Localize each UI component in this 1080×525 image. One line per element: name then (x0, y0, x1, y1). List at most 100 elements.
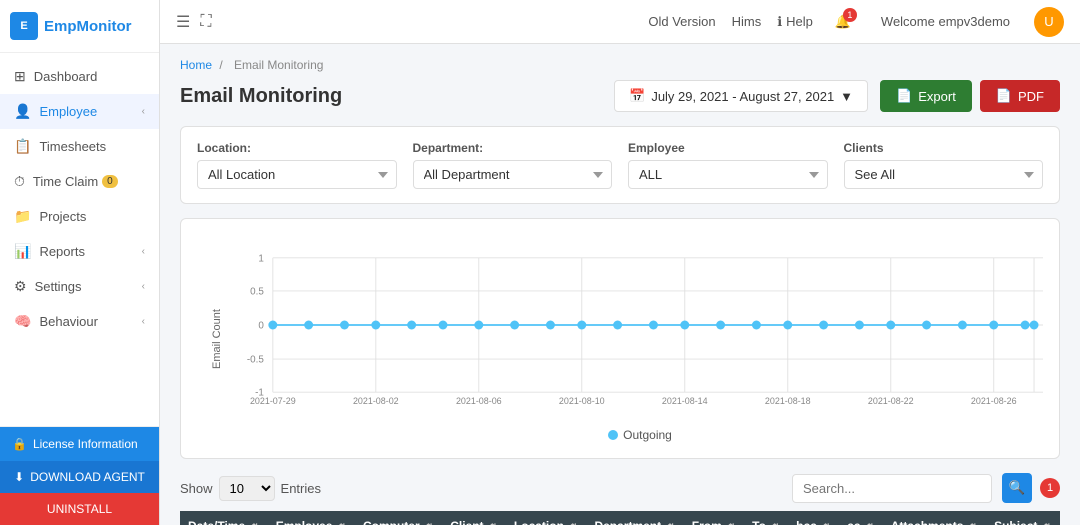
main-content: ☰ ⛶ Old Version Hims ℹ Help 🔔 1 Welcome … (160, 0, 1080, 525)
sidebar-nav: ⊞ Dashboard 👤 Employee ‹ 📋 Timesheets ⏱ … (0, 53, 159, 426)
employee-select[interactable]: ALL (628, 160, 828, 189)
col-cc: cc ⇅ (839, 511, 883, 525)
col-location: Location ⇅ (506, 511, 587, 525)
download-agent-button[interactable]: ⬇ DOWNLOAD AGENT (0, 461, 159, 493)
sidebar-item-projects[interactable]: 📁 Projects (0, 199, 159, 234)
sidebar-item-employee-label: Employee (39, 104, 97, 119)
logo-icon: E (10, 12, 38, 40)
download-label: DOWNLOAD AGENT (30, 470, 145, 484)
filter-location: Location: All Location (197, 141, 397, 189)
breadcrumb: Home / Email Monitoring (180, 58, 1060, 72)
behaviour-icon: 🧠 (14, 313, 31, 330)
help-label: Help (786, 14, 813, 29)
notification-bell[interactable]: 🔔 1 (829, 8, 857, 36)
uninstall-label: UNINSTALL (47, 502, 112, 516)
svg-text:2021-08-10: 2021-08-10 (559, 396, 605, 406)
help-link[interactable]: ℹ Help (777, 14, 813, 30)
svg-text:2021-08-26: 2021-08-26 (971, 396, 1017, 406)
legend-label-outgoing: Outgoing (623, 428, 672, 442)
svg-text:0.5: 0.5 (250, 287, 264, 298)
logo-text: EmpMonitor (44, 18, 132, 35)
svg-text:2021-08-06: 2021-08-06 (456, 396, 502, 406)
filter-department: Department: All Department (413, 141, 613, 189)
page-title: Email Monitoring (180, 85, 614, 108)
pdf-icon: 📄 (996, 88, 1012, 104)
sidebar-item-behaviour[interactable]: 🧠 Behaviour ‹ (0, 304, 159, 339)
download-icon: ⬇ (14, 470, 24, 484)
hims-link[interactable]: Hims (732, 14, 762, 29)
sidebar-item-settings-label: Settings (35, 279, 82, 294)
col-datetime: Date/Time ⇅ (180, 511, 268, 525)
projects-icon: 📁 (14, 208, 31, 225)
col-client: Client ⇅ (442, 511, 506, 525)
topbar-links: Old Version Hims ℹ Help 🔔 1 Welcome empv… (648, 7, 1064, 37)
export-button[interactable]: 📄 Export (880, 80, 972, 112)
sidebar-item-employee[interactable]: 👤 Employee ‹ (0, 94, 159, 129)
pdf-label: PDF (1018, 89, 1044, 104)
col-computer: Computer ⇅ (355, 511, 442, 525)
license-label: License Information (33, 437, 138, 451)
settings-arrow: ‹ (142, 281, 145, 292)
filter-clients: Clients See All (844, 141, 1044, 189)
search-input[interactable] (792, 474, 992, 503)
svg-text:-0.5: -0.5 (247, 355, 264, 366)
expand-icon[interactable]: ⛶ (200, 13, 211, 31)
sidebar-logo: E EmpMonitor (0, 0, 159, 53)
table-controls: Show 10 25 50 100 Entries 🔍 1 (180, 473, 1060, 503)
content-area: Home / Email Monitoring Email Monitoring… (160, 44, 1080, 525)
settings-icon: ⚙ (14, 278, 27, 295)
svg-text:2021-08-02: 2021-08-02 (353, 396, 399, 406)
alert-badge: 1 (1040, 478, 1060, 498)
location-select[interactable]: All Location (197, 160, 397, 189)
table-controls-right: 🔍 1 (792, 473, 1060, 503)
employee-icon: 👤 (14, 103, 31, 120)
search-box (792, 474, 992, 503)
sidebar-item-reports[interactable]: 📊 Reports ‹ (0, 234, 159, 269)
sidebar-item-timesheets[interactable]: 📋 Timesheets (0, 129, 159, 164)
sidebar-item-behaviour-label: Behaviour (39, 314, 98, 329)
svg-text:0: 0 (258, 321, 264, 332)
export-icon: 📄 (896, 88, 912, 104)
filters-row: Location: All Location Department: All D… (180, 126, 1060, 204)
sidebar: E EmpMonitor ⊞ Dashboard 👤 Employee ‹ 📋 … (0, 0, 160, 525)
col-from: From ⇅ (684, 511, 744, 525)
show-label: Show (180, 481, 213, 496)
sidebar-item-timesheets-label: Timesheets (39, 139, 106, 154)
sidebar-item-timeclaim[interactable]: ⏱ Time Claim 0 (0, 164, 159, 199)
license-info-button[interactable]: 🔒 License Information (0, 427, 159, 461)
clients-label: Clients (844, 141, 1044, 155)
breadcrumb-separator: / (219, 58, 222, 72)
topbar-icons: ☰ ⛶ (176, 12, 212, 32)
breadcrumb-home[interactable]: Home (180, 58, 212, 72)
entries-select[interactable]: 10 25 50 100 (219, 476, 275, 501)
search-button[interactable]: 🔍 (1002, 473, 1032, 503)
user-avatar[interactable]: U (1034, 7, 1064, 37)
sidebar-item-settings[interactable]: ⚙ Settings ‹ (0, 269, 159, 304)
clients-select[interactable]: See All (844, 160, 1044, 189)
sidebar-item-timeclaim-label: Time Claim (33, 174, 98, 189)
search-icon: 🔍 (1009, 480, 1026, 496)
dashboard-icon: ⊞ (14, 68, 26, 85)
svg-text:2021-08-18: 2021-08-18 (765, 396, 811, 406)
menu-icon[interactable]: ☰ (176, 12, 190, 32)
sidebar-item-dashboard[interactable]: ⊞ Dashboard (0, 59, 159, 94)
date-range-button[interactable]: 📅 July 29, 2021 - August 27, 2021 ▼ (614, 80, 868, 112)
col-to: To ⇅ (744, 511, 788, 525)
date-range-label: July 29, 2021 - August 27, 2021 (651, 89, 834, 104)
pdf-button[interactable]: 📄 PDF (980, 80, 1060, 112)
svg-text:2021-08-22: 2021-08-22 (868, 396, 914, 406)
show-entries: Show 10 25 50 100 Entries (180, 476, 321, 501)
legend-dot-outgoing (608, 430, 618, 440)
chart-area: 1 0.5 0 -0.5 -1 2021-07-29 (237, 235, 1043, 442)
svg-text:1: 1 (258, 253, 263, 264)
col-attachments: Attachments ⇅ (883, 511, 986, 525)
old-version-link[interactable]: Old Version (648, 14, 715, 29)
help-icon: ℹ (777, 14, 782, 30)
timesheets-icon: 📋 (14, 138, 31, 155)
export-label: Export (918, 89, 956, 104)
department-label: Department: (413, 141, 613, 155)
behaviour-arrow: ‹ (142, 316, 145, 327)
department-select[interactable]: All Department (413, 160, 613, 189)
uninstall-button[interactable]: UNINSTALL (0, 493, 159, 525)
svg-text:2021-07-29: 2021-07-29 (250, 396, 296, 406)
